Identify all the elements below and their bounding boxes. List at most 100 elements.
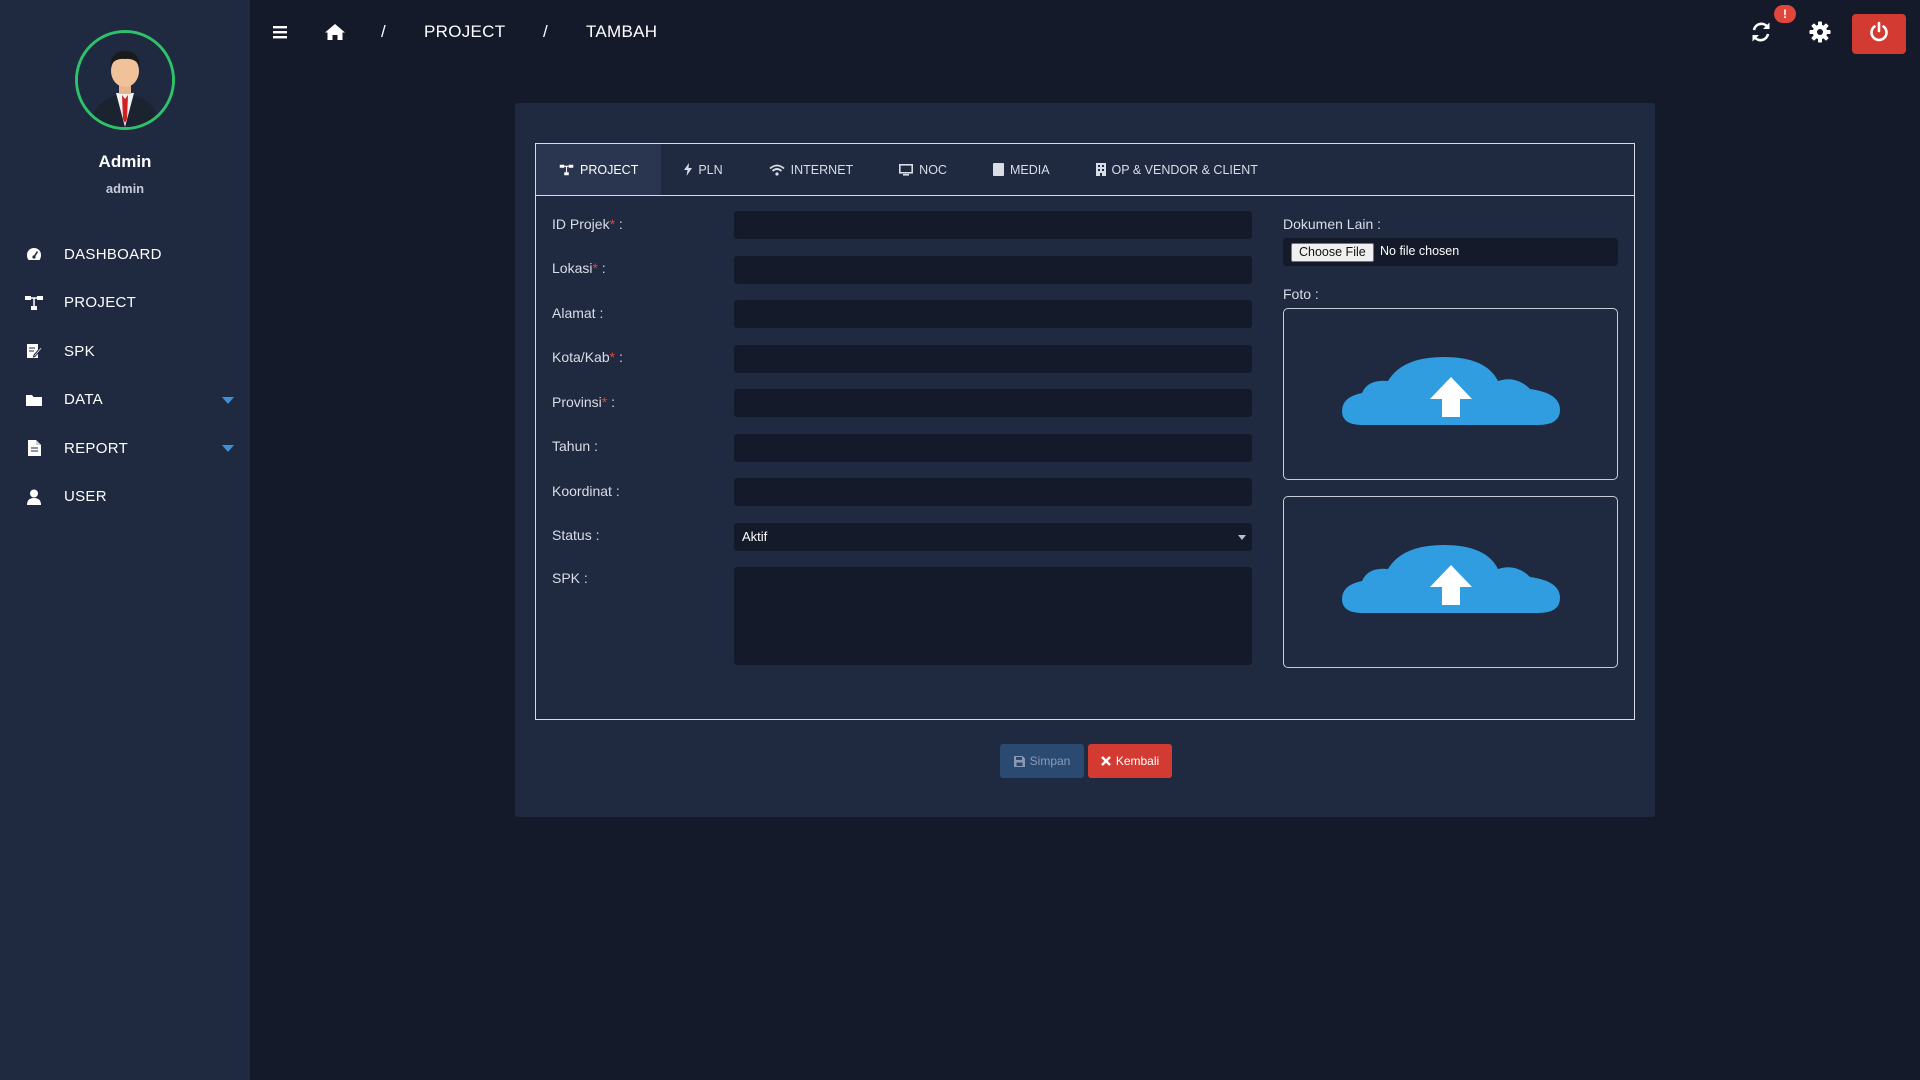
wifi-icon: [769, 164, 785, 176]
label-dokumen-lain: Dokumen Lain :: [1283, 216, 1382, 232]
sidebar-item-report[interactable]: REPORT: [0, 424, 250, 473]
label-text: Foto: [1283, 286, 1312, 302]
sidebar: Admin admin DASHBOARD PROJECT SPK DATA R…: [0, 0, 250, 1080]
form-panel: PROJECT PLN INTERNET NOC MEDIA OP & VEND…: [535, 143, 1635, 720]
sidebar-item-user[interactable]: USER: [0, 473, 250, 522]
logout-button[interactable]: [1852, 14, 1906, 54]
back-button-label: Kembali: [1115, 754, 1160, 768]
koordinat-input[interactable]: [734, 478, 1252, 506]
tab-noc[interactable]: NOC: [876, 144, 970, 195]
floppy-disk-icon: [1013, 755, 1025, 767]
sidebar-item-dashboard[interactable]: DASHBOARD: [0, 230, 250, 279]
tab-label: PLN: [698, 162, 723, 177]
label-tahun: Tahun :: [552, 438, 598, 454]
home-icon[interactable]: [323, 20, 347, 44]
avatar: [75, 30, 175, 130]
tab-pln[interactable]: PLN: [661, 144, 745, 195]
status-select-value: Aktif: [742, 529, 768, 544]
kota-kab-input[interactable]: [734, 345, 1252, 373]
breadcrumb-separator: /: [381, 22, 387, 41]
label-alamat: Alamat :: [552, 305, 604, 321]
breadcrumb-separator: /: [543, 22, 549, 41]
label-kota-kab: Kota/Kab* :: [552, 349, 623, 365]
chevron-down-icon: [1238, 535, 1246, 540]
foto-upload-1[interactable]: [1283, 308, 1618, 480]
label-text: Kota/Kab: [552, 349, 610, 365]
gear-icon[interactable]: [1808, 20, 1832, 44]
required-mark: *: [592, 260, 598, 276]
save-button[interactable]: Simpan: [1000, 744, 1084, 778]
sidebar-item-label: REPORT: [64, 439, 129, 457]
tab-label: PROJECT: [580, 162, 639, 177]
sitemap-icon: [559, 164, 574, 176]
label-text: Provinsi: [552, 394, 602, 410]
label-text: ID Projek: [552, 216, 610, 232]
breadcrumb-project[interactable]: PROJECT: [424, 22, 505, 42]
label-text: Alamat: [552, 305, 596, 321]
sidebar-item-label: USER: [64, 488, 107, 506]
save-button-label: Simpan: [1029, 754, 1071, 768]
spk-textarea[interactable]: [734, 567, 1252, 665]
back-button[interactable]: Kembali: [1088, 744, 1172, 778]
sidebar-item-label: DASHBOARD: [64, 245, 162, 263]
sidebar-nav: DASHBOARD PROJECT SPK DATA REPORT USER: [0, 230, 250, 521]
menu-icon[interactable]: [269, 20, 293, 44]
tab-label: OP & VENDOR & CLIENT: [1111, 162, 1258, 177]
label-provinsi: Provinsi* :: [552, 394, 616, 410]
label-text: Tahun: [552, 438, 591, 454]
label-text: Koordinat: [552, 483, 612, 499]
sidebar-item-project[interactable]: PROJECT: [0, 279, 250, 328]
tab-internet[interactable]: INTERNET: [746, 144, 877, 195]
lokasi-input[interactable]: [734, 256, 1252, 284]
foto-upload-2[interactable]: [1283, 496, 1618, 668]
tab-media[interactable]: MEDIA: [970, 144, 1073, 195]
required-mark: *: [601, 394, 608, 410]
user-icon: [24, 487, 44, 507]
sitemap-icon: [24, 293, 44, 313]
status-select[interactable]: Aktif: [734, 523, 1252, 551]
edit-document-icon: [24, 341, 44, 361]
required-mark: *: [609, 216, 616, 232]
monitor-icon: [899, 163, 914, 176]
sidebar-item-label: DATA: [64, 391, 103, 409]
sidebar-item-label: PROJECT: [64, 294, 137, 312]
chevron-down-icon: [222, 396, 234, 404]
dokumen-file-input[interactable]: Choose File No file chosen: [1283, 238, 1618, 266]
bolt-icon: [684, 163, 693, 176]
tab-label: NOC: [919, 162, 947, 177]
label-lokasi: Lokasi* :: [552, 260, 606, 276]
user-role: admin: [105, 181, 145, 196]
id-projek-input[interactable]: [734, 211, 1252, 239]
user-name: Admin: [98, 152, 152, 171]
provinsi-input[interactable]: [734, 389, 1252, 417]
choose-file-button[interactable]: Choose File: [1291, 243, 1374, 262]
sidebar-item-spk[interactable]: SPK: [0, 327, 250, 376]
label-status: Status :: [552, 527, 600, 543]
file-status-text: No file chosen: [1380, 244, 1460, 258]
cloud-upload-icon: [1342, 357, 1560, 425]
label-text: Status: [552, 527, 592, 543]
cloud-upload-icon: [1342, 545, 1560, 613]
dashboard-icon: [24, 244, 44, 264]
sidebar-item-data[interactable]: DATA: [0, 376, 250, 425]
alamat-input[interactable]: [734, 300, 1252, 328]
refresh-icon[interactable]: [1749, 20, 1773, 44]
tab-project[interactable]: PROJECT: [536, 144, 662, 195]
tab-bar: PROJECT PLN INTERNET NOC MEDIA OP & VEND…: [536, 144, 1634, 196]
label-text: SPK: [552, 570, 581, 586]
required-mark: *: [609, 349, 616, 365]
media-icon: [992, 163, 1004, 176]
breadcrumb-current: TAMBAH: [586, 22, 658, 41]
sidebar-item-label: SPK: [64, 342, 95, 360]
label-text: Lokasi: [552, 260, 593, 276]
tab-label: INTERNET: [790, 162, 854, 177]
folder-icon: [24, 390, 44, 410]
label-koordinat: Koordinat :: [552, 483, 620, 499]
notification-badge: !: [1774, 5, 1796, 23]
tahun-input[interactable]: [734, 434, 1252, 462]
label-spk: SPK :: [552, 570, 588, 586]
tab-label: MEDIA: [1009, 162, 1050, 177]
power-icon: [1868, 21, 1890, 48]
tab-op-vendor-client[interactable]: OP & VENDOR & CLIENT: [1073, 144, 1281, 195]
label-id-projek: ID Projek* :: [552, 216, 623, 232]
